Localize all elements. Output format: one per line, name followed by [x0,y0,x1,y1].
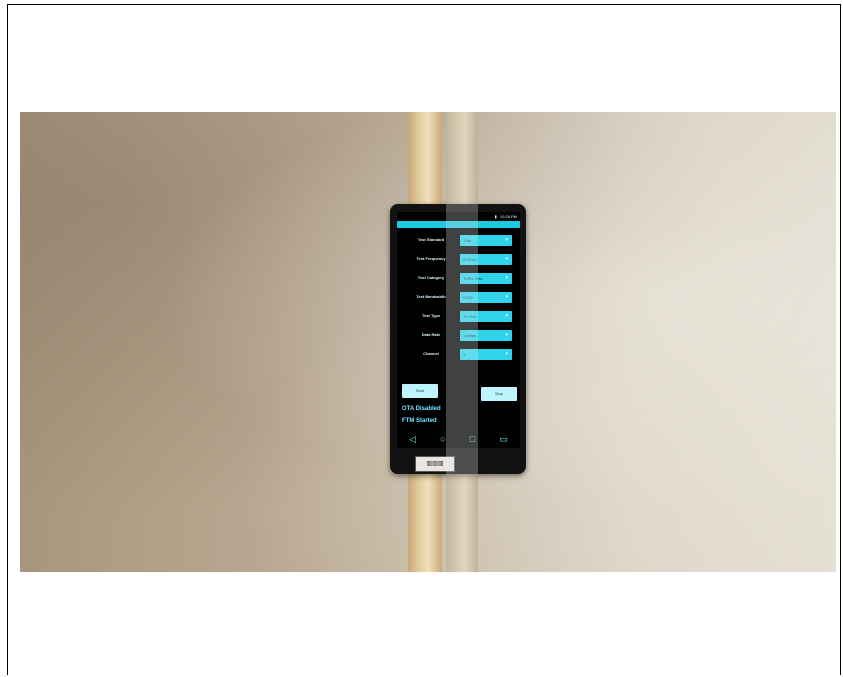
caret-down-icon: ▾ [505,294,508,300]
menu-icon[interactable]: ▭ [499,434,508,445]
caret-down-icon: ▾ [505,332,508,338]
caret-down-icon: ▾ [505,256,508,262]
status-time: 10:28 PM [499,214,517,219]
caret-down-icon: ▾ [505,237,508,243]
stop-button[interactable]: Stop [481,387,517,401]
ota-status: OTA Disabled [402,406,441,412]
back-icon[interactable]: ◁ [409,434,416,445]
caret-down-icon: ▾ [505,275,508,281]
caret-down-icon: ▾ [505,351,508,357]
photo: ▮ 10:28 PM Test Standard 11ac ▾ Test Fre… [20,112,836,572]
caret-down-icon: ▾ [505,313,508,319]
start-button[interactable]: Start [402,384,438,398]
signal-icon: ▮ [494,214,497,219]
home-icon[interactable]: ○ [440,434,445,444]
ftm-status: FTM Started [402,418,437,424]
transparent-tape [446,112,478,572]
